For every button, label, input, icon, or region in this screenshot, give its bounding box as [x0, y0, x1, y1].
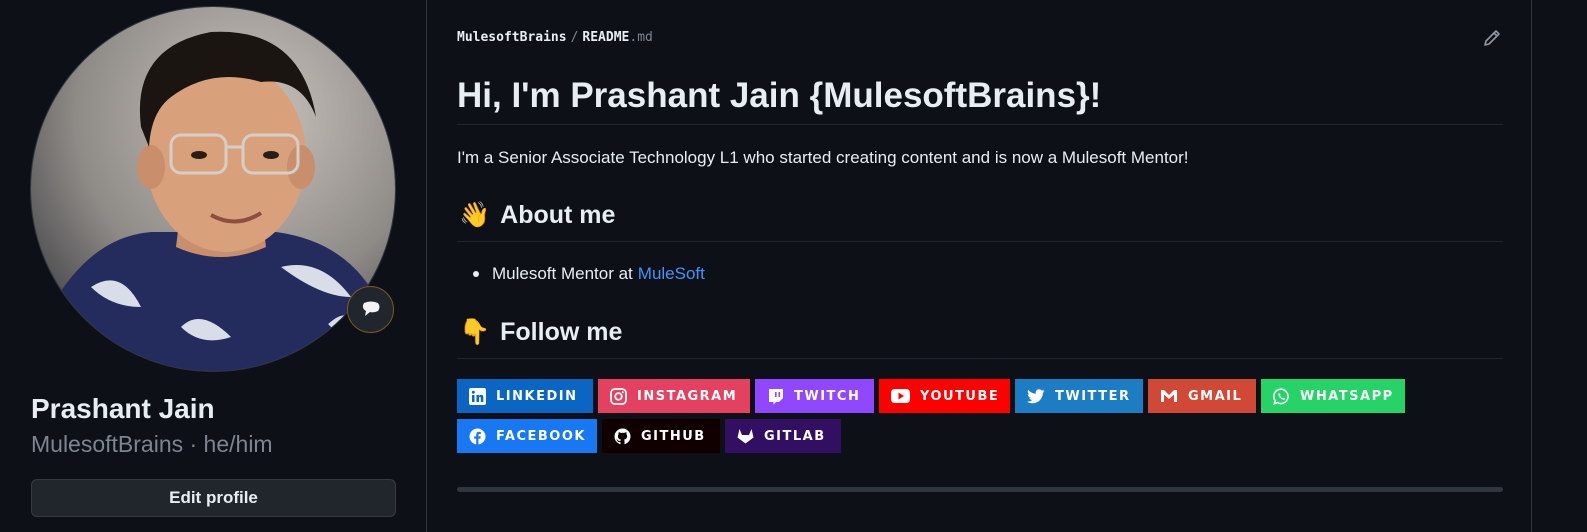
readme-intro: I'm a Senior Associate Technology L1 who… — [457, 148, 1189, 167]
about-heading-text: About me — [500, 201, 616, 229]
readme-title: Hi, I'm Prashant Jain {MulesoftBrains}! — [457, 76, 1102, 115]
badge-label: GITLAB — [764, 428, 826, 444]
badge-label: FACEBOOK — [496, 428, 586, 444]
badge-label: TWITTER — [1055, 388, 1131, 404]
gitlab-icon — [737, 429, 754, 444]
readme-panel: MulesoftBrains / README.md Hi, I'm Prash… — [426, 0, 1532, 532]
facebook-icon — [469, 428, 486, 445]
github-icon — [614, 428, 631, 444]
linkedin-badge[interactable]: LINKEDIN — [457, 379, 593, 413]
youtube-badge[interactable]: YOUTUBE — [879, 379, 1010, 413]
breadcrumb-file-name: README — [582, 30, 630, 45]
title-divider — [457, 124, 1503, 125]
badge-label: YOUTUBE — [920, 388, 1000, 404]
badge-label: WHATSAPP — [1300, 388, 1394, 404]
list-item-text: Mulesoft Mentor at — [492, 264, 633, 283]
avatar[interactable] — [30, 6, 396, 372]
profile-sidebar: Prashant Jain MulesoftBrains · he/him Ed… — [0, 0, 427, 532]
breadcrumb: MulesoftBrains / README.md — [457, 30, 653, 45]
follow-divider — [457, 358, 1503, 359]
edit-profile-button[interactable]: Edit profile — [31, 479, 396, 517]
edit-readme-button[interactable] — [1482, 28, 1502, 48]
instagram-icon — [610, 387, 627, 405]
youtube-icon — [891, 389, 910, 403]
list-item: Mulesoft Mentor at MuleSoft — [473, 264, 705, 284]
follow-heading-text: Follow me — [500, 318, 623, 346]
gmail-icon — [1161, 390, 1177, 402]
horizontal-rule — [457, 487, 1503, 492]
badge-label: GITHUB — [641, 428, 706, 444]
twitch-badge[interactable]: TWITCH — [755, 379, 874, 413]
badge-label: LINKEDIN — [496, 388, 578, 404]
mulesoft-link[interactable]: MuleSoft — [638, 264, 705, 284]
twitter-badge[interactable]: TWITTER — [1015, 379, 1143, 413]
profile-username-pronouns: MulesoftBrains · he/him — [31, 431, 273, 457]
breadcrumb-file[interactable]: README.md — [582, 30, 652, 45]
facebook-badge[interactable]: FACEBOOK — [457, 419, 597, 453]
badge-label: TWITCH — [794, 388, 861, 404]
linkedin-icon — [469, 387, 486, 405]
profile-name: Prashant Jain — [31, 393, 215, 424]
twitch-icon — [769, 388, 783, 404]
twitter-icon — [1027, 388, 1045, 403]
avatar-image — [31, 7, 395, 371]
about-heading: 👋 About me — [459, 201, 615, 230]
waving-hand-icon: 👋 — [459, 201, 491, 229]
breadcrumb-file-ext: .md — [629, 30, 653, 45]
instagram-badge[interactable]: INSTAGRAM — [598, 379, 750, 413]
badge-label: GMAIL — [1188, 388, 1243, 404]
about-divider — [457, 241, 1503, 242]
pencil-icon — [1484, 30, 1500, 46]
breadcrumb-separator: / — [570, 30, 579, 45]
follow-heading: 👇 Follow me — [459, 318, 622, 347]
gitlab-badge[interactable]: GITLAB — [725, 419, 841, 453]
badge-label: INSTAGRAM — [637, 388, 738, 404]
breadcrumb-owner-link[interactable]: MulesoftBrains — [457, 30, 567, 45]
gmail-badge[interactable]: GMAIL — [1148, 379, 1256, 413]
bullet-dot — [473, 271, 479, 277]
pointing-down-icon: 👇 — [459, 318, 491, 346]
speech-bubble-icon — [362, 301, 379, 316]
avatar-container — [30, 6, 396, 372]
whatsapp-badge[interactable]: WHATSAPP — [1261, 379, 1405, 413]
whatsapp-icon — [1273, 387, 1289, 405]
set-status-button[interactable] — [347, 286, 394, 333]
github-badge[interactable]: GITHUB — [602, 419, 720, 453]
